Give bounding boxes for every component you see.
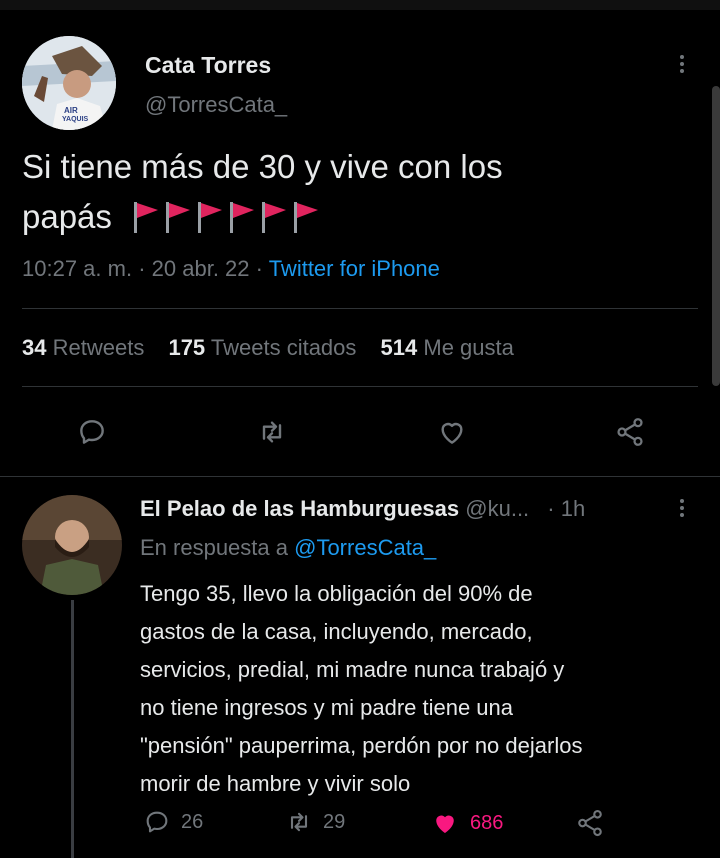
tweet-text-line2: papás	[22, 192, 702, 242]
retweet-icon	[290, 812, 308, 832]
reply-text-line: gastos de la casa, incluyendo, mercado,	[140, 619, 533, 644]
red-flag-icon	[198, 202, 223, 233]
top-edge	[0, 0, 720, 10]
red-flag-icon	[166, 202, 191, 233]
retweets-count: 34	[22, 335, 47, 360]
divider	[22, 308, 698, 309]
reply-action-reply[interactable]: 26	[143, 808, 203, 836]
quotes-count: 175	[168, 335, 206, 360]
quotes-label: Tweets citados	[210, 335, 357, 360]
retweet-button[interactable]	[250, 410, 294, 454]
heart-icon	[436, 815, 454, 833]
avatar-shirt-text-2: YAQUIS	[62, 116, 89, 123]
tweet-text: Si tiene más de 30 y vive con los papás	[22, 142, 702, 242]
reply-text-line: servicios, predial, mi madre nunca traba…	[140, 657, 565, 682]
reply-text-line: Tengo 35, llevo la obligación del 90% de	[140, 581, 533, 606]
heart-icon	[441, 422, 463, 444]
share-button[interactable]	[608, 410, 652, 454]
like-count: 686	[470, 811, 504, 834]
like-button[interactable]	[430, 410, 474, 454]
likes-stat[interactable]: 514 Me gusta	[381, 335, 514, 360]
retweet-count: 29	[323, 810, 346, 833]
red-flag-icon	[230, 202, 255, 233]
reply-context-prefix: En respuesta a	[140, 535, 288, 560]
tweet-time[interactable]: 10:27 a. m.	[22, 256, 132, 281]
reply-text: Tengo 35, llevo la obligación del 90% de…	[140, 575, 710, 803]
avatar[interactable]: AIR YAQUIS	[22, 36, 116, 130]
author-handle[interactable]: @TorresCata_	[145, 92, 287, 118]
reply-text-line: "pensión" pauperrima, perdón por no deja…	[140, 733, 583, 758]
likes-label: Me gusta	[423, 335, 514, 360]
retweet-icon	[262, 421, 282, 443]
retweets-label: Retweets	[52, 335, 145, 360]
likes-count: 514	[380, 335, 418, 360]
reply-action-share[interactable]	[575, 808, 605, 843]
tweet-date[interactable]: 20 abr. 22	[152, 256, 250, 281]
reply-count: 26	[181, 810, 204, 833]
reply-action-retweet[interactable]: 29	[285, 808, 345, 836]
retweets-stat[interactable]: 34 Retweets	[22, 335, 150, 360]
reply-context-handle[interactable]: @TorresCata_	[294, 535, 436, 560]
tweet-stats: 34 Retweets 175 Tweets citados 514 Me gu…	[22, 335, 514, 361]
red-flag-icon	[134, 202, 159, 233]
reply-author-handle[interactable]: @ku...	[465, 496, 529, 521]
more-icon[interactable]	[680, 499, 684, 517]
more-icon[interactable]	[680, 55, 684, 73]
meta-sep: ·	[138, 256, 146, 281]
share-icon	[617, 418, 643, 446]
reply-time[interactable]: · 1h	[547, 496, 585, 521]
reply-text-line: morir de hambre y vivir solo	[140, 771, 411, 796]
tweet-text-line1: Si tiene más de 30 y vive con los	[22, 148, 503, 185]
reply-icon	[80, 420, 104, 444]
reply-header: El Pelao de las Hamburguesas @ku... · 1h	[140, 496, 585, 522]
divider	[0, 476, 720, 477]
reply-button[interactable]	[70, 410, 114, 454]
quotes-stat[interactable]: 175 Tweets citados	[168, 335, 362, 360]
tweet-text-word: papás	[22, 198, 112, 235]
reply-avatar[interactable]	[22, 495, 122, 595]
share-icon	[578, 809, 602, 837]
reply-action-like[interactable]: 686	[430, 808, 503, 838]
reply-icon	[146, 811, 168, 833]
tweet-meta: 10:27 a. m. · 20 abr. 22 · Twitter for i…	[22, 256, 440, 282]
author-name[interactable]: Cata Torres	[145, 52, 271, 79]
red-flag-icon	[294, 202, 319, 233]
scrollbar[interactable]	[712, 86, 720, 386]
red-flag-icon	[262, 202, 287, 233]
avatar-shirt-text-1: AIR	[64, 106, 78, 115]
divider	[22, 386, 698, 387]
reply-avatar-image	[22, 495, 122, 595]
tweet-source[interactable]: Twitter for iPhone	[269, 256, 440, 281]
reply-author-name[interactable]: El Pelao de las Hamburguesas	[140, 496, 459, 521]
reply-context: En respuesta a @TorresCata_	[140, 535, 436, 561]
flags	[131, 198, 323, 235]
thread-line	[71, 600, 74, 858]
reply-text-line: no tiene ingresos y mi padre tiene una	[140, 695, 514, 720]
meta-sep: ·	[255, 256, 263, 281]
